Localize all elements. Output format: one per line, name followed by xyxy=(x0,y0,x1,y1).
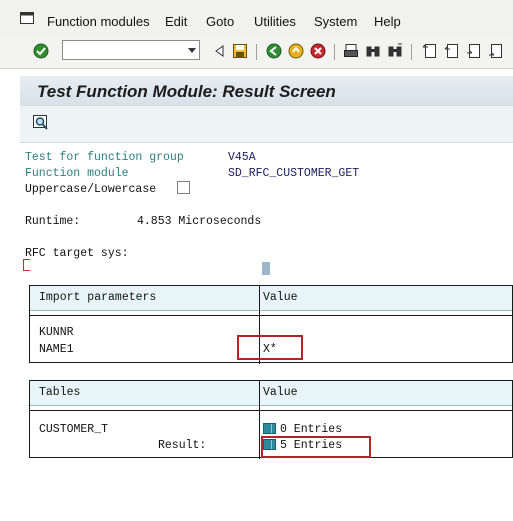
param-customer-t: CUSTOMER_T xyxy=(39,423,109,436)
next-page-icon[interactable] xyxy=(465,43,481,59)
print-icon[interactable] xyxy=(343,43,359,59)
import-parameters-header: Import parameters xyxy=(39,291,157,304)
page-title: Test Function Module: Result Screen xyxy=(37,82,336,101)
result-label: Result: xyxy=(158,439,207,452)
result-highlight-box xyxy=(261,436,371,458)
name1-highlight-box xyxy=(237,335,303,360)
value-header: Value xyxy=(263,386,298,399)
menu-system[interactable]: System xyxy=(314,14,357,29)
chevron-down-icon[interactable] xyxy=(188,48,196,53)
highlight-marker xyxy=(23,259,30,271)
function-group-value: V45A xyxy=(228,151,256,164)
case-label: Uppercase/Lowercase xyxy=(25,183,157,196)
param-name1: NAME1 xyxy=(39,343,74,356)
function-module-label: Function module xyxy=(25,167,129,180)
save-icon[interactable] xyxy=(232,43,248,59)
find-next-icon[interactable] xyxy=(387,43,403,59)
display-result-icon[interactable] xyxy=(32,114,50,132)
application-toolbar xyxy=(20,106,513,143)
find-icon[interactable] xyxy=(365,43,381,59)
screen-menu-icon[interactable] xyxy=(20,12,34,24)
first-page-icon[interactable] xyxy=(421,43,437,59)
column-divider xyxy=(259,381,260,459)
param-kunnr: KUNNR xyxy=(39,326,74,339)
back-arrow-icon[interactable] xyxy=(212,43,228,59)
enter-check-icon[interactable] xyxy=(33,43,49,59)
cancel-icon[interactable] xyxy=(310,43,326,59)
customer-t-entries[interactable]: 0 Entries xyxy=(263,423,342,436)
back-icon[interactable] xyxy=(266,43,282,59)
exit-icon[interactable] xyxy=(288,43,304,59)
runtime-label: Runtime: xyxy=(25,215,81,228)
toolbar-divider xyxy=(256,44,257,60)
title-bar: Test Function Module: Result Screen xyxy=(20,76,513,107)
table-icon xyxy=(263,423,276,434)
menu-utilities[interactable]: Utilities xyxy=(254,14,296,29)
standard-toolbar xyxy=(0,36,513,69)
menu-edit[interactable]: Edit xyxy=(165,14,187,29)
menu-bar: Function modules Edit Goto Utilities Sys… xyxy=(0,0,513,37)
left-margin xyxy=(0,69,20,521)
rfc-target-field[interactable] xyxy=(262,262,270,275)
function-module-value: SD_RFC_CUSTOMER_GET xyxy=(228,167,360,180)
header-divider xyxy=(30,315,512,316)
menu-goto[interactable]: Goto xyxy=(206,14,234,29)
customer-t-entries-text: 0 Entries xyxy=(280,423,343,436)
toolbar-divider xyxy=(411,44,412,60)
header-divider xyxy=(30,410,512,411)
runtime-value: 4.853 Microseconds xyxy=(137,215,262,228)
function-group-label: Test for function group xyxy=(25,151,184,164)
menu-help[interactable]: Help xyxy=(374,14,401,29)
tables-header: Tables xyxy=(39,386,81,399)
previous-page-icon[interactable] xyxy=(443,43,459,59)
last-page-icon[interactable] xyxy=(487,43,503,59)
menu-function-modules[interactable]: Function modules xyxy=(47,14,150,29)
value-header: Value xyxy=(263,291,298,304)
case-checkbox[interactable] xyxy=(177,181,190,194)
command-field[interactable] xyxy=(62,40,200,60)
toolbar-divider xyxy=(334,44,335,60)
table-header: Import parameters Value xyxy=(30,286,512,311)
rfc-target-label: RFC target sys: xyxy=(25,247,129,260)
table-header: Tables Value xyxy=(30,381,512,406)
